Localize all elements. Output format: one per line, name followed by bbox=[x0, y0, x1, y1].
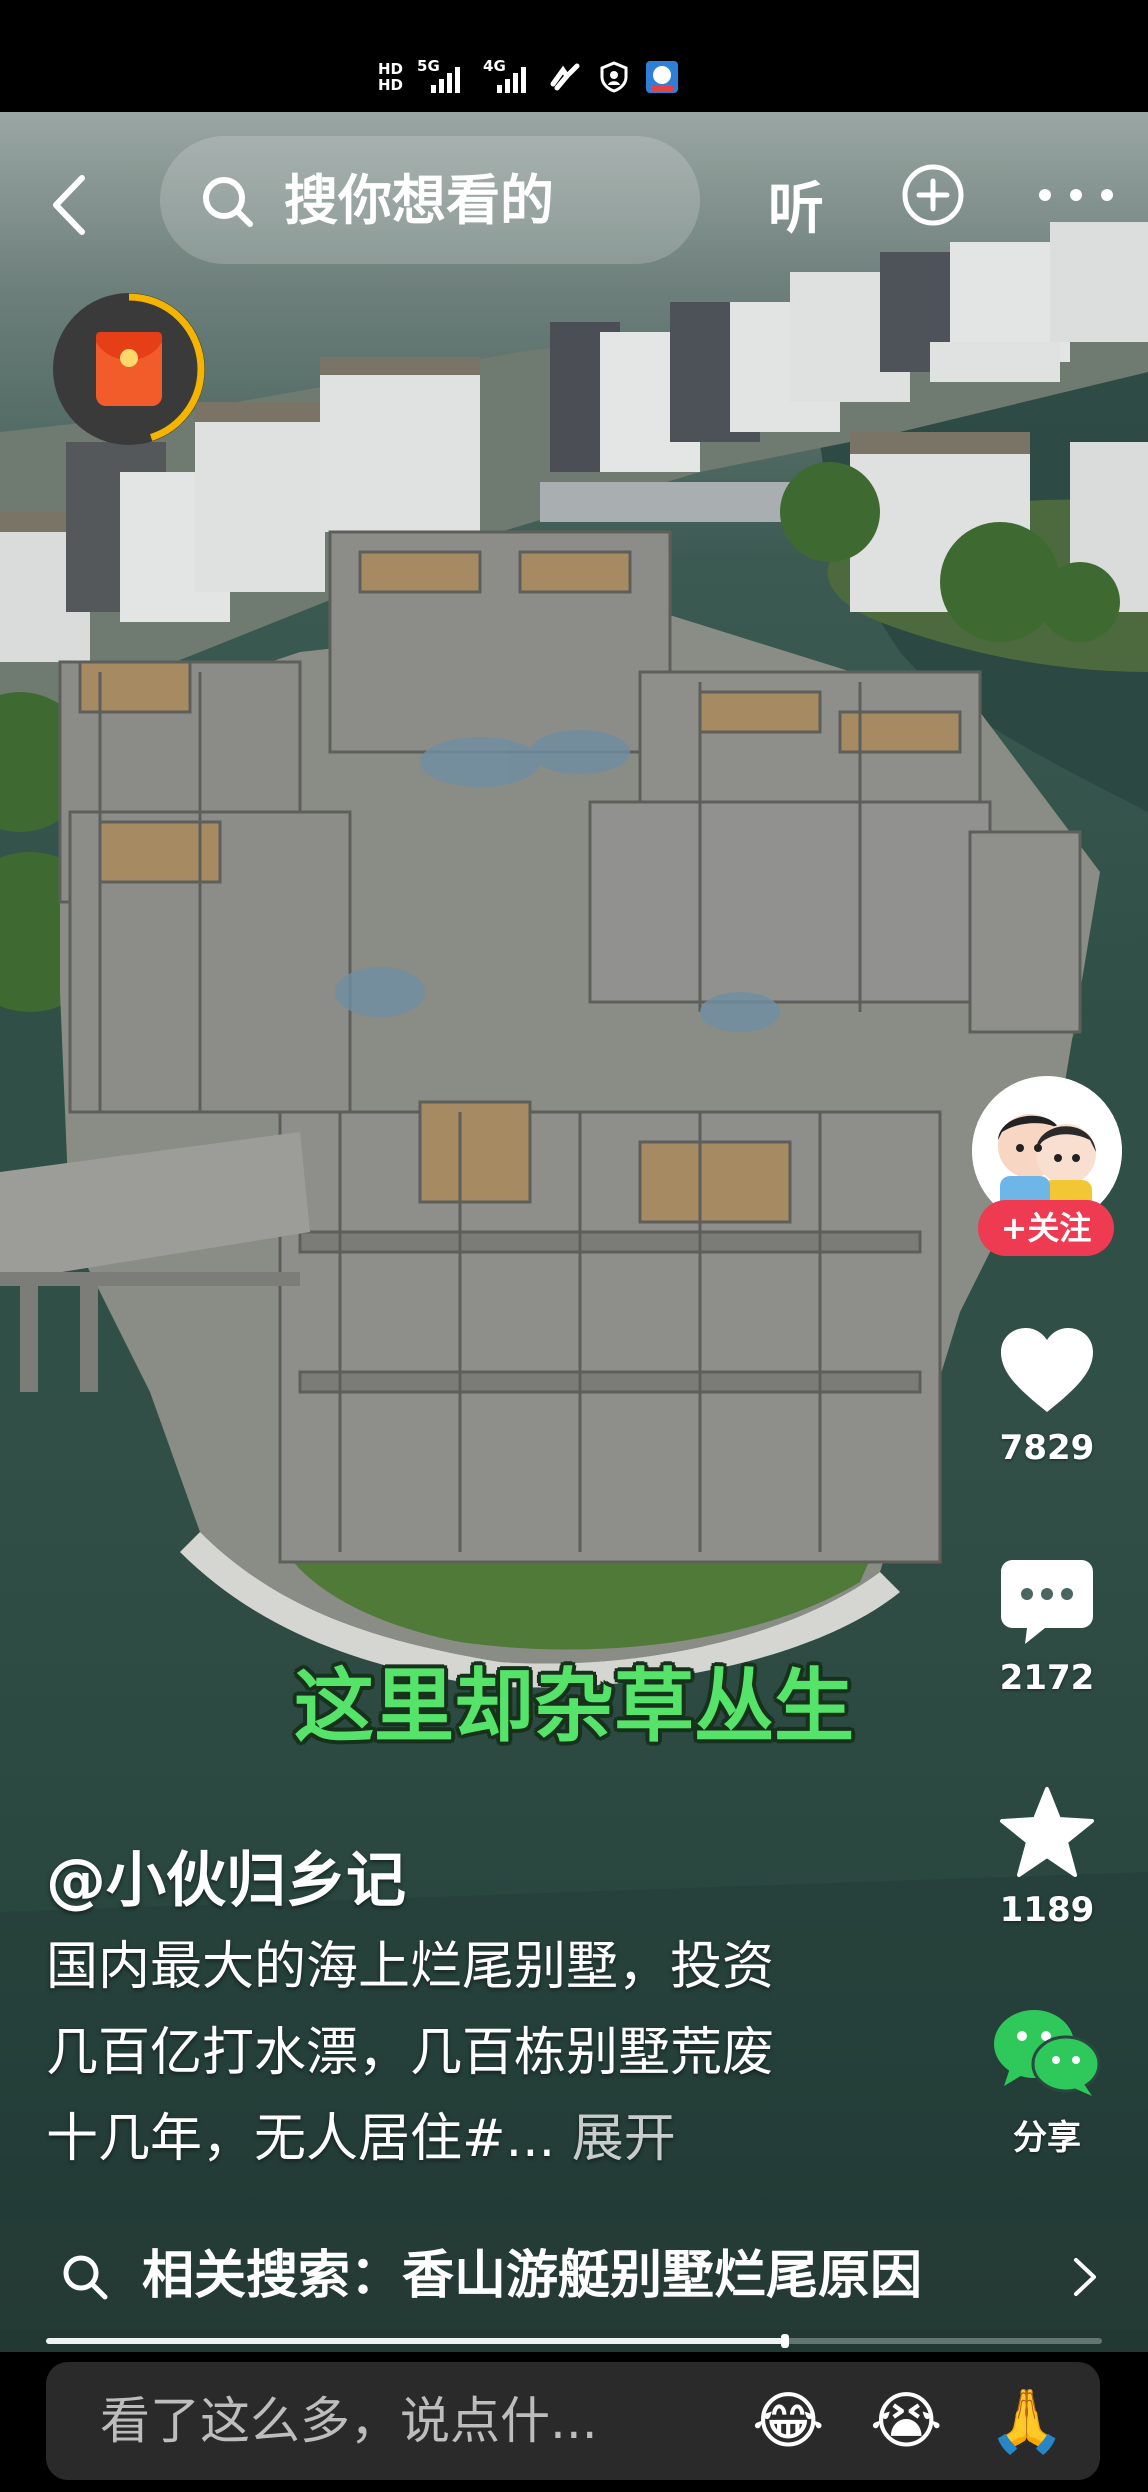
related-search-text: 相关搜索：香山游艇别墅烂尾原因 bbox=[142, 2246, 923, 2306]
red-envelope-icon[interactable] bbox=[48, 288, 210, 450]
author-name[interactable]: @小伙归乡记 bbox=[46, 1832, 406, 1919]
search-bar[interactable]: 搜你想看的 bbox=[160, 136, 700, 264]
search-placeholder: 搜你想看的 bbox=[284, 169, 554, 232]
expand-link[interactable]: 展开 bbox=[572, 2109, 676, 2169]
more-dots-icon[interactable] bbox=[1036, 186, 1116, 204]
listen-button[interactable]: 听 bbox=[768, 164, 824, 245]
hd-label-bottom: HD bbox=[378, 76, 404, 94]
heart-icon bbox=[1001, 1328, 1093, 1412]
search-icon bbox=[63, 2255, 108, 2300]
share-label: 分享 bbox=[1013, 2118, 1081, 2158]
hd-label-top: HD bbox=[378, 60, 404, 78]
signal-4g-icon: 4G bbox=[483, 57, 535, 97]
share-button[interactable]: 分享 bbox=[990, 2006, 1104, 2159]
plus-circle-icon[interactable] bbox=[900, 162, 966, 228]
wechat-share-icon bbox=[994, 2010, 1101, 2096]
description-line-3-text: 十几年，无人居住#... bbox=[46, 2109, 556, 2169]
laughing-emoji-button[interactable]: 😂 bbox=[752, 2382, 824, 2460]
comment-placeholder: 看了这么多，说点什... bbox=[100, 2392, 598, 2450]
video-subtitle: 这里却杂草丛生 bbox=[294, 1660, 854, 1753]
search-icon bbox=[203, 177, 253, 227]
video-player[interactable]: 搜你想看的 听 +关注 7829 2172 1189 分享 这里却杂草丛生 @小… bbox=[0, 112, 1148, 2352]
app-badge-icon bbox=[646, 61, 679, 93]
video-progress-fill bbox=[46, 2338, 786, 2344]
description-line-1: 国内最大的海上烂尾别墅，投资 bbox=[46, 1937, 775, 1997]
related-search-bar[interactable]: 相关搜索：香山游艇别墅烂尾原因 bbox=[0, 2222, 1148, 2330]
favorite-count: 1189 bbox=[999, 1890, 1095, 1930]
hd-indicator: HD HD bbox=[378, 61, 403, 93]
follow-button[interactable]: +关注 bbox=[978, 1200, 1114, 1256]
crying-emoji-button[interactable]: 😭 bbox=[870, 2382, 942, 2460]
status-bar: HD HD 5G 4G bbox=[0, 0, 1148, 112]
description-line-2: 几百亿打水漂，几百栋别墅荒废 bbox=[46, 2023, 775, 2083]
comment-input[interactable]: 看了这么多，说点什... 😂 😭 🙏 bbox=[46, 2362, 1100, 2480]
video-progress-bar[interactable] bbox=[46, 2334, 1102, 2348]
status-icons: HD HD 5G 4G bbox=[378, 54, 679, 100]
description-line-3: 十几年，无人居住#... 展开 bbox=[46, 2096, 926, 2182]
favorite-button[interactable]: 1189 bbox=[990, 1786, 1104, 1930]
chevron-right-icon bbox=[1074, 2258, 1096, 2296]
video-progress-handle[interactable] bbox=[781, 2334, 790, 2348]
like-button[interactable]: 7829 bbox=[990, 1326, 1104, 1468]
comment-bar: 看了这么多，说点什... 😂 😭 🙏 bbox=[0, 2352, 1148, 2492]
signal-5g-icon: 5G bbox=[417, 57, 469, 97]
like-count: 7829 bbox=[999, 1428, 1095, 1468]
star-icon bbox=[1000, 1787, 1094, 1877]
shield-icon bbox=[600, 61, 628, 93]
pray-emoji-button[interactable]: 🙏 bbox=[988, 2382, 1065, 2460]
comment-bubble-icon bbox=[1001, 1560, 1093, 1644]
nfc-icon bbox=[550, 63, 580, 91]
back-button[interactable] bbox=[44, 170, 96, 240]
post-description[interactable]: 国内最大的海上烂尾别墅，投资 几百亿打水漂，几百栋别墅荒废 十几年，无人居住#.… bbox=[46, 1924, 926, 2182]
